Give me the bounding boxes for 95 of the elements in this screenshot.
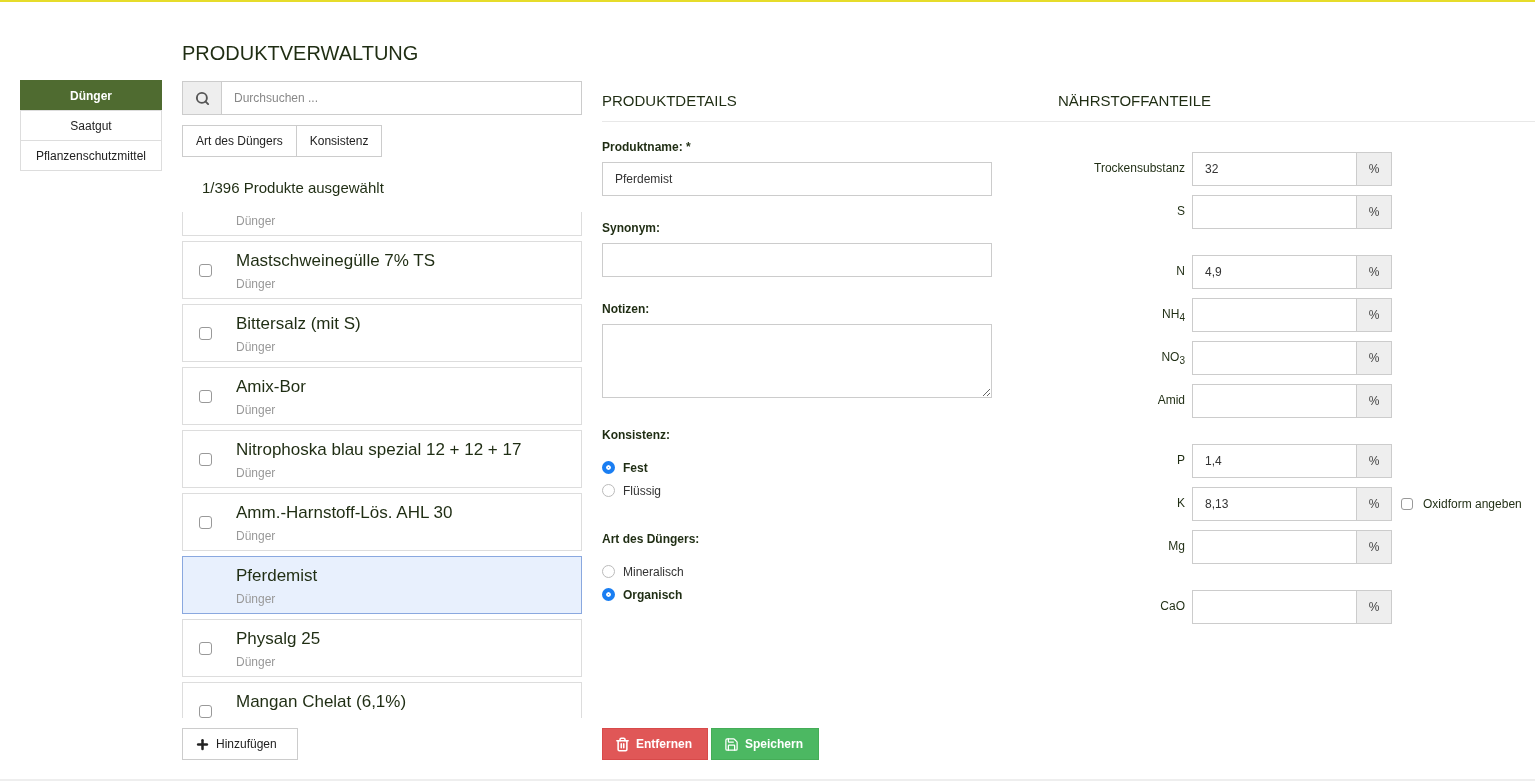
product-checkbox[interactable] [199,642,212,655]
category-tab[interactable]: Saatgut [20,110,162,141]
search-button[interactable] [182,81,222,115]
product-category: Dünger [236,276,277,292]
product-name: Bittersalz (mit S) [236,313,361,335]
product-category: Dünger [236,339,277,355]
nutrient-label: P [1176,452,1185,467]
delete-button[interactable]: Entfernen [602,728,708,760]
product-category: Dünger [236,465,277,481]
filter-button[interactable]: Art des Düngers [182,125,297,157]
unit-addon: % [1357,590,1392,624]
product-card[interactable]: Mastschweinegülle 7% TS Dünger [182,241,582,299]
trash-icon [615,736,630,752]
unit-addon: % [1357,341,1392,375]
radio-label: Mineralisch [623,564,684,579]
product-name: Physalg 25 [236,628,321,650]
radio-label: Organisch [623,587,683,602]
radio-label: Fest [623,460,648,475]
unit-addon: % [1357,487,1392,521]
product-category: Dünger [236,213,276,229]
plus-icon [195,736,210,752]
nutrient-label: Trockensubstanz [1093,160,1185,175]
input-field[interactable]: Pferdemist [602,162,992,196]
product-card[interactable]: Pferdemist Dünger [182,556,582,614]
product-card[interactable]: Amix-Bor Dünger [182,367,582,425]
nutrient-label: S [1176,203,1185,218]
product-checkbox[interactable] [199,390,212,403]
product-checkbox[interactable] [199,264,212,277]
unit-addon: % [1357,530,1392,564]
product-category: Dünger [236,402,277,418]
product-category: Dünger [236,528,277,544]
nutrient-label: Amid [1156,392,1185,407]
category-tab[interactable]: Dünger [20,80,162,111]
nutrient-field[interactable]: 1,4 [1192,444,1357,478]
nutrient-label: K [1176,495,1185,510]
radio-button[interactable] [602,484,615,497]
nutrient-field[interactable] [1192,590,1357,624]
radio-button[interactable] [602,588,615,601]
section-heading: PRODUKTDETAILS [602,91,738,111]
nutrient-field[interactable]: 32 [1192,152,1357,186]
field-label: Notizen: [602,302,651,316]
search-field[interactable]: Durchsuchen ... [222,81,582,115]
field-label: Konsistenz: [602,428,671,442]
nutrient-field[interactable] [1192,530,1357,564]
add-button[interactable]: Hinzufügen [182,728,298,760]
product-card[interactable]: Amm.-Harnstoff-Lös. AHL 30 Dünger [182,493,582,551]
unit-addon: % [1357,298,1392,332]
product-card[interactable]: Nitrophoska blau spezial 12 + 12 + 17 Dünger [182,430,582,488]
product-name: Amm.-Harnstoff-Lös. AHL 30 [236,502,453,524]
nutrient-label: NH$_{4}$ [1161,306,1185,324]
radio-button[interactable] [602,461,615,474]
checkbox-label: Oxidform angeben [1423,497,1522,511]
product-card[interactable]: Physalg 25 Dünger [182,619,582,677]
nutrient-field[interactable] [1192,384,1357,418]
product-name: Nitrophoska blau spezial 12 + 12 + 17 [236,439,522,461]
radio-label: Flüssig [623,483,661,498]
notes-field[interactable] [602,324,992,398]
field-label: Synonym: [602,221,661,235]
category-tab[interactable]: Pflanzenschutzmittel [20,140,162,171]
nutrient-field[interactable] [1192,341,1357,375]
unit-addon: % [1357,384,1392,418]
radio-button[interactable] [602,565,615,578]
product-checkbox[interactable] [199,453,212,466]
unit-addon: % [1357,444,1392,478]
nutrient-label: CaO [1159,598,1185,613]
nutrient-label: NO$_{3}$ [1160,349,1185,367]
product-category: Dünger [236,654,277,670]
field-label: Art des Düngers: [602,532,701,546]
product-checkbox[interactable] [199,516,212,529]
search-icon [194,90,210,106]
nutrient-field[interactable]: 8,13 [1192,487,1357,521]
product-name: Pferdemist [236,565,318,587]
selection-count: 1/396 Produkte ausgewählt [201,178,385,198]
filter-button[interactable]: Konsistenz [295,125,383,157]
input-field[interactable] [602,243,992,277]
product-name: Mastschweinegülle 7% TS [236,250,436,272]
nutrient-label: Mg [1167,538,1185,553]
page-title: PRODUKTVERWALTUNG [182,42,420,66]
product-name: Amix-Bor [236,376,306,398]
nutrient-field[interactable]: 4,9 [1192,255,1357,289]
checkbox[interactable] [1401,498,1413,510]
product-checkbox[interactable] [199,327,212,340]
product-name: Mangan Chelat (6,1%) [236,691,407,713]
section-heading: NÄHRSTOFFANTEILE [1058,91,1213,111]
product-checkbox[interactable] [199,705,212,718]
nutrient-field[interactable] [1192,195,1357,229]
unit-addon: % [1357,152,1392,186]
unit-addon: % [1357,255,1392,289]
nutrient-label: N [1175,263,1185,278]
unit-addon: % [1357,195,1392,229]
field-label: Produktname: * [602,140,692,154]
product-card[interactable]: Mangan Chelat (6,1%) [182,682,582,718]
product-category: Dünger [236,591,277,607]
nutrient-field[interactable] [1192,298,1357,332]
product-card[interactable]: Bittersalz (mit S) Dünger [182,304,582,362]
